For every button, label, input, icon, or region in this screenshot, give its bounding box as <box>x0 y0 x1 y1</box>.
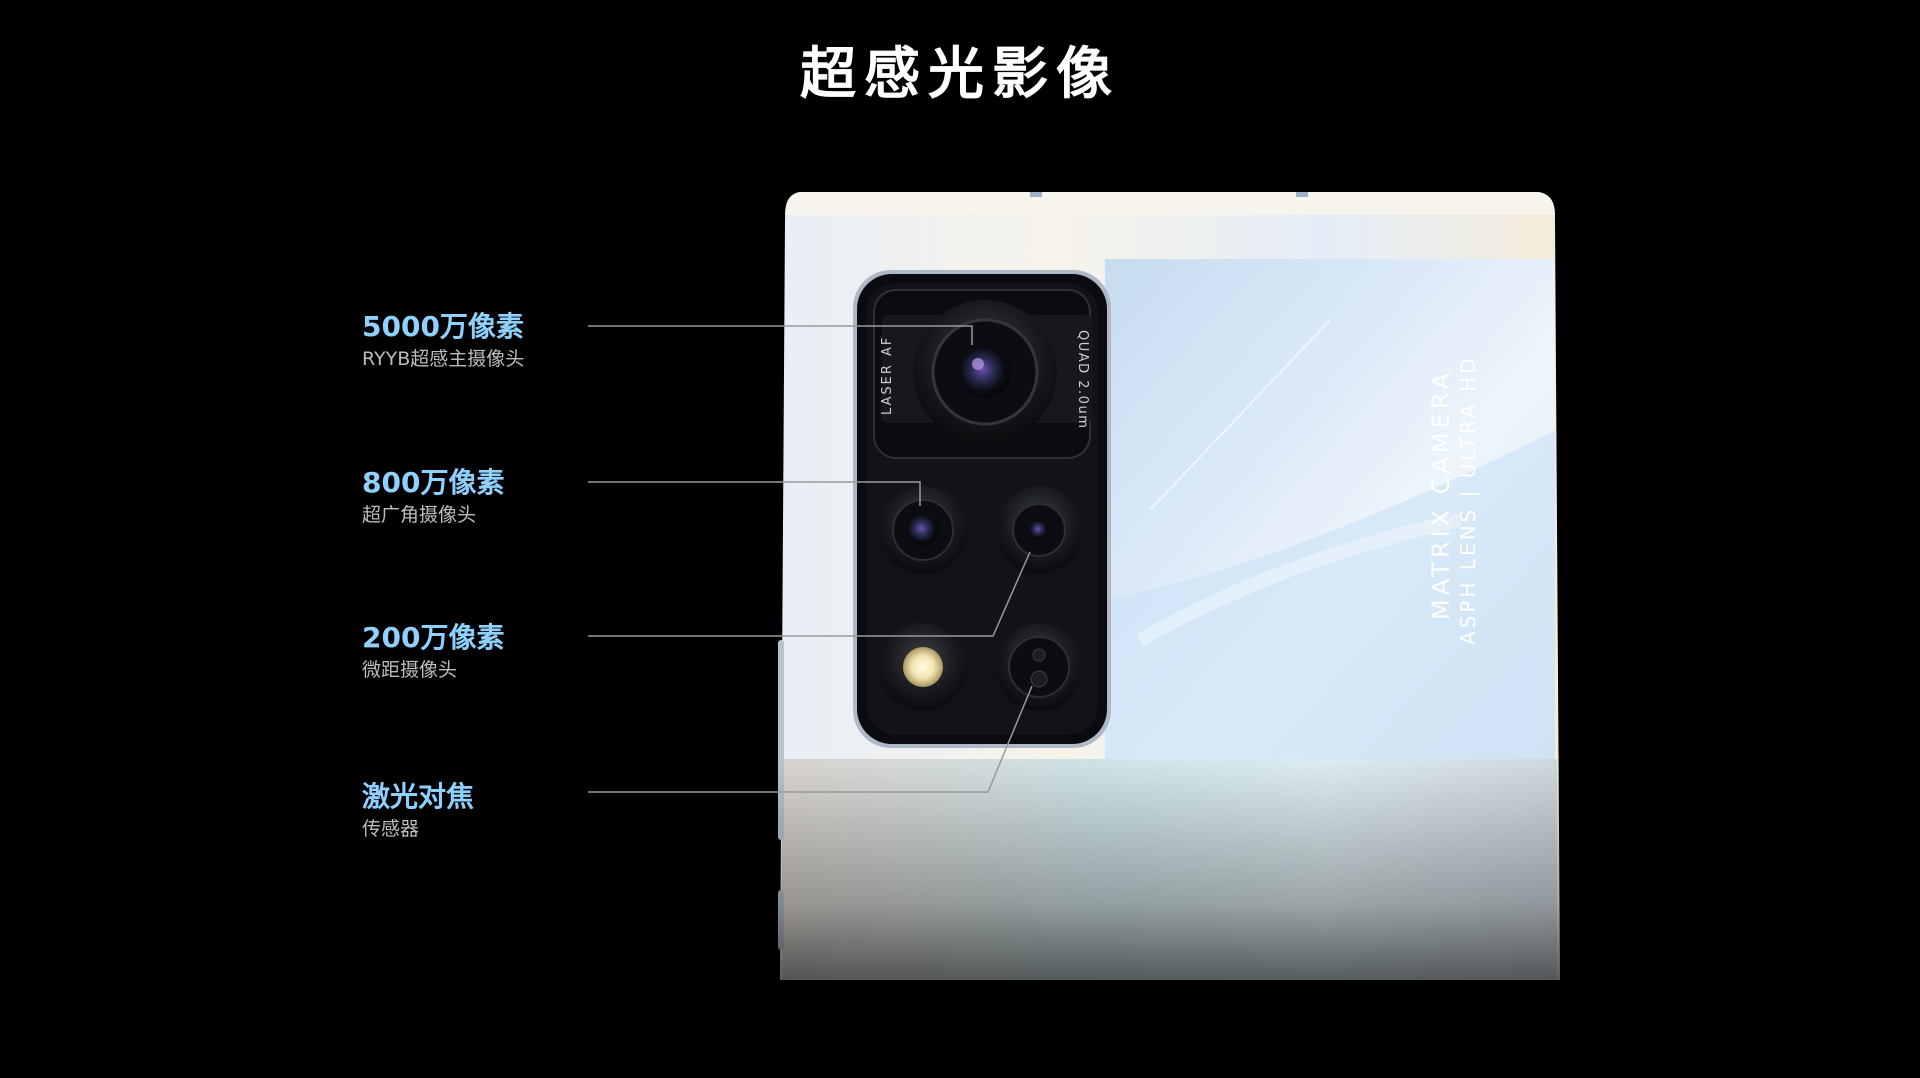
main-camera-subtitle: RYYB超感主摄像头 <box>362 348 525 370</box>
label-macro-camera: 200万像素 微距摄像头 <box>362 621 504 683</box>
main-camera-title: 5000万像素 <box>362 310 524 343</box>
laser-focus-title: 激光对焦 <box>362 780 475 813</box>
macro-camera-title: 200万像素 <box>362 621 505 654</box>
phone-back-illustration: LASER AF QUAD 2.0um MATRIX CAMERA ASPH L… <box>588 192 1580 1078</box>
ultrawide-camera-title: 800万像素 <box>362 466 505 499</box>
ultrawide-camera-subtitle: 超广角摄像头 <box>362 504 477 526</box>
asph-lens-text: ASPH LENS | ULTRA HD <box>1456 355 1480 645</box>
laser-focus-subtitle: 传感器 <box>362 818 420 840</box>
label-ultrawide-camera: 800万像素 超广角摄像头 <box>362 466 504 528</box>
macro-camera-subtitle: 微距摄像头 <box>362 659 458 681</box>
matrix-camera-text: MATRIX CAMERA <box>1427 369 1455 620</box>
label-laser-focus: 激光对焦 传感器 <box>362 780 474 842</box>
label-main-camera: 5000万像素 RYYB超感主摄像头 <box>362 310 524 372</box>
product-hero: LASER AF QUAD 2.0um MATRIX CAMERA ASPH L… <box>0 0 1920 1078</box>
quad-text: QUAD 2.0um <box>1075 330 1090 429</box>
af-text: AF <box>880 336 895 356</box>
laser-text: LASER <box>880 363 895 415</box>
page-title: 超感光影像 <box>800 42 1120 107</box>
